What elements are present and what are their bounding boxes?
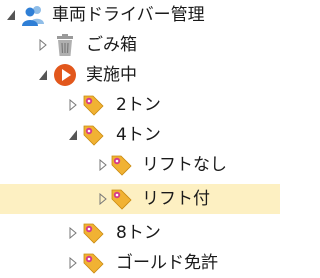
tag-icon	[83, 223, 104, 244]
tree-node-with-lift[interactable]: リフト付	[0, 184, 280, 214]
expanded-arrow-icon[interactable]	[68, 129, 78, 141]
tree-node-label: ごみ箱	[86, 35, 137, 55]
expanded-arrow-icon[interactable]	[38, 69, 48, 81]
collapsed-arrow-icon[interactable]	[98, 193, 108, 205]
tree-node-label: リフトなし	[142, 155, 227, 175]
tree-node-8ton[interactable]: 8トン	[0, 218, 280, 248]
tree-node-4ton[interactable]: 4トン	[0, 120, 280, 150]
play-circle-icon	[54, 64, 76, 86]
collapsed-arrow-icon[interactable]	[68, 257, 78, 269]
users-icon	[22, 6, 44, 26]
expanded-arrow-icon[interactable]	[6, 9, 16, 21]
tree-node-label: 車両ドライバー管理	[52, 5, 205, 25]
tag-icon	[111, 155, 132, 176]
tag-icon	[83, 125, 104, 146]
category-tree: 車両ドライバー管理 ごみ箱 実施中 2トン 4トン リフトなし リフト付 8トン…	[0, 0, 280, 274]
tree-node-2ton[interactable]: 2トン	[0, 90, 280, 120]
tree-node-active[interactable]: 実施中	[0, 60, 280, 90]
tree-node-label: 8トン	[116, 223, 161, 243]
tag-icon	[83, 253, 104, 274]
collapsed-arrow-icon[interactable]	[98, 159, 108, 171]
tree-node-trash[interactable]: ごみ箱	[0, 30, 280, 60]
tag-icon	[111, 189, 132, 210]
tree-node-label: リフト付	[142, 189, 210, 209]
tree-node-label: 2トン	[116, 95, 161, 115]
tree-node-label: 4トン	[116, 125, 161, 145]
tree-node-label: ゴールド免許	[116, 253, 218, 273]
trash-icon	[57, 34, 73, 56]
tree-node-no-lift[interactable]: リフトなし	[0, 150, 280, 180]
collapsed-arrow-icon[interactable]	[68, 227, 78, 239]
tree-node-gold-license[interactable]: ゴールド免許	[0, 248, 280, 278]
tag-icon	[83, 95, 104, 116]
collapsed-arrow-icon[interactable]	[68, 99, 78, 111]
collapsed-arrow-icon[interactable]	[38, 39, 48, 51]
tree-node-label: 実施中	[86, 65, 137, 85]
tree-node-root[interactable]: 車両ドライバー管理	[0, 0, 280, 30]
